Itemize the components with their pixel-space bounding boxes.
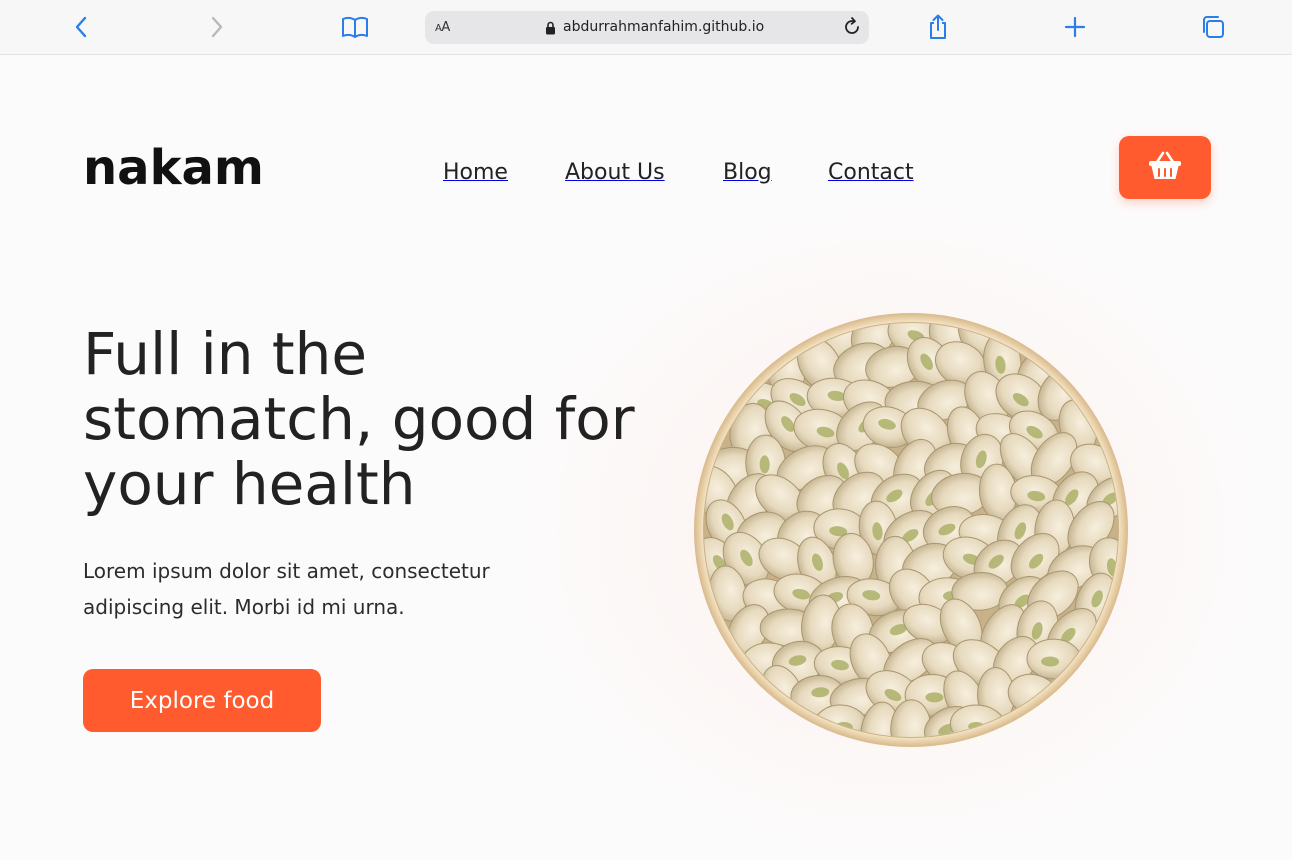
reload-icon[interactable] xyxy=(841,16,863,42)
nav-home[interactable]: Home xyxy=(443,160,508,185)
address-bar[interactable]: AA abdurrahmanfahim.github.io xyxy=(425,11,869,44)
url-text: abdurrahmanfahim.github.io xyxy=(563,19,765,35)
site-logo[interactable]: nakam xyxy=(83,140,264,196)
nav-blog[interactable]: Blog xyxy=(723,160,772,185)
text-size-button[interactable]: AA xyxy=(435,20,450,35)
plus-icon[interactable] xyxy=(1060,12,1090,42)
pistachio-bowl-image xyxy=(694,309,1128,755)
headline-line-1: Full in the xyxy=(83,320,368,388)
basket-icon xyxy=(1147,150,1183,186)
nav-contact-label: Contact xyxy=(828,160,914,185)
nav-home-label: Home xyxy=(443,160,508,185)
cart-button[interactable] xyxy=(1119,136,1211,199)
headline-line-3: your health xyxy=(83,450,416,518)
nav-about-label: About Us xyxy=(565,160,665,185)
nav-about[interactable]: About Us xyxy=(565,160,665,185)
browser-toolbar: AA abdurrahmanfahim.github.io xyxy=(0,0,1292,55)
nav-blog-label: Blog xyxy=(723,160,772,185)
share-icon[interactable] xyxy=(923,12,953,42)
nav-contact[interactable]: Contact xyxy=(828,160,914,185)
headline-line-2: stomatch, good for xyxy=(83,385,635,453)
hero-description: Lorem ipsum dolor sit amet, consectetur … xyxy=(83,553,553,625)
tabs-icon[interactable] xyxy=(1198,12,1228,42)
description-line-1: Lorem ipsum dolor sit amet, consectetur xyxy=(83,559,490,583)
lock-icon xyxy=(545,20,556,39)
forward-icon[interactable] xyxy=(202,12,232,42)
book-icon[interactable] xyxy=(340,12,370,42)
hero-headline: Full in the stomatch, good for your heal… xyxy=(83,322,723,517)
explore-food-button[interactable]: Explore food xyxy=(83,669,321,732)
description-line-2: adipiscing elit. Morbi id mi urna. xyxy=(83,595,405,619)
back-icon[interactable] xyxy=(66,12,96,42)
